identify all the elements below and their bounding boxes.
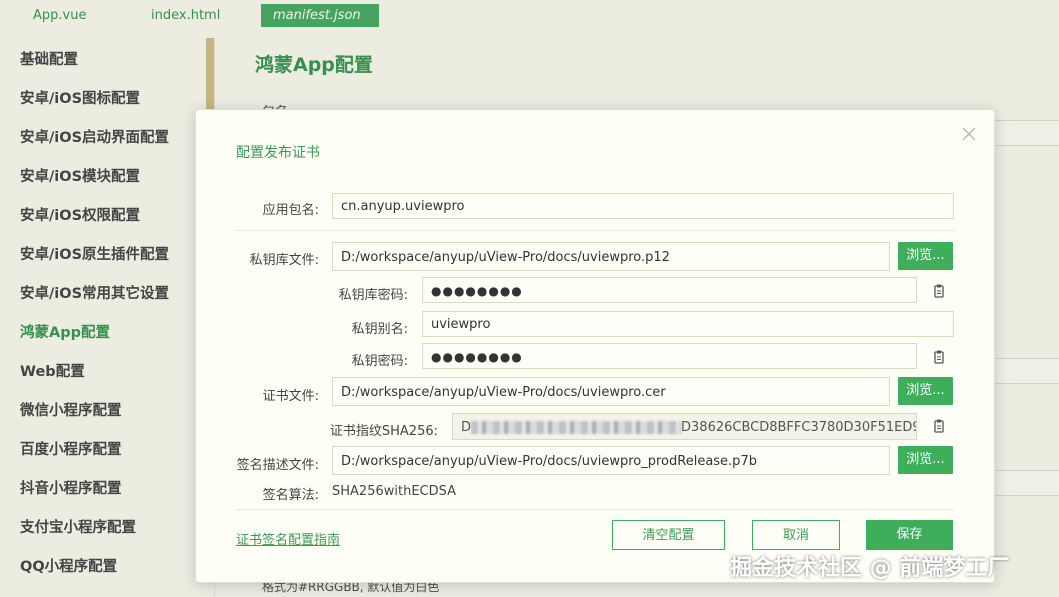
keystore-password-label: 私钥库密码: [338,288,408,303]
separator [236,230,954,231]
cert-sha256-field: D D38626CBCD8BFFC3780D30F51ED933592 [452,413,917,440]
app-package-input[interactable]: cn.anyup.uviewpro [332,193,954,219]
separator-bottom [236,509,954,510]
cert-guide-link[interactable]: 证书签名配置指南 [236,529,340,548]
keystore-file-input[interactable]: D:/workspace/anyup/uView-Pro/docs/uviewp… [332,242,890,271]
certificate-dialog: 配置发布证书 应用包名: cn.anyup.uviewpro 私钥库文件: D:… [195,109,995,583]
cert-file-input[interactable]: D:/workspace/anyup/uView-Pro/docs/uviewp… [332,377,890,406]
watermark: 掘金技术社区 @ 前端梦工厂 [730,556,1010,581]
keystore-browse-button[interactable]: 浏览... [898,242,953,270]
profile-file-input[interactable]: D:/workspace/anyup/uView-Pro/docs/uviewp… [332,446,890,475]
key-alias-input[interactable]: uviewpro [422,311,954,337]
profile-file-label: 签名描述文件: [236,458,319,473]
keystore-file-label: 私钥库文件: [249,253,319,268]
dialog-title: 配置发布证书 [236,145,320,161]
close-icon[interactable] [959,124,979,144]
sign-algorithm-label: 签名算法: [262,488,319,503]
cert-browse-button[interactable]: 浏览... [898,377,953,405]
key-password-input[interactable]: ●●●●●●●● [422,343,917,369]
copy-keystore-password-icon[interactable] [931,283,947,299]
keystore-password-input[interactable]: ●●●●●●●● [422,277,917,303]
key-password-label: 私钥密码: [351,354,408,369]
save-button[interactable]: 保存 [866,520,953,550]
sign-algorithm-value: SHA256withECDSA [332,484,457,499]
cancel-button[interactable]: 取消 [752,520,840,550]
sha256-redacted [471,421,682,434]
profile-browse-button[interactable]: 浏览... [898,446,953,474]
key-alias-label: 私钥别名: [351,322,408,337]
cert-sha256-label: 证书指纹SHA256: [329,424,438,439]
sha256-prefix: D [461,420,472,435]
app-package-label: 应用包名: [262,203,319,218]
cert-file-label: 证书文件: [262,389,319,404]
copy-sha256-icon[interactable] [931,418,947,434]
clear-config-button[interactable]: 清空配置 [612,520,725,550]
sha256-suffix: D38626CBCD8BFFC3780D30F51ED933592 [681,420,916,435]
copy-key-password-icon[interactable] [931,349,947,365]
